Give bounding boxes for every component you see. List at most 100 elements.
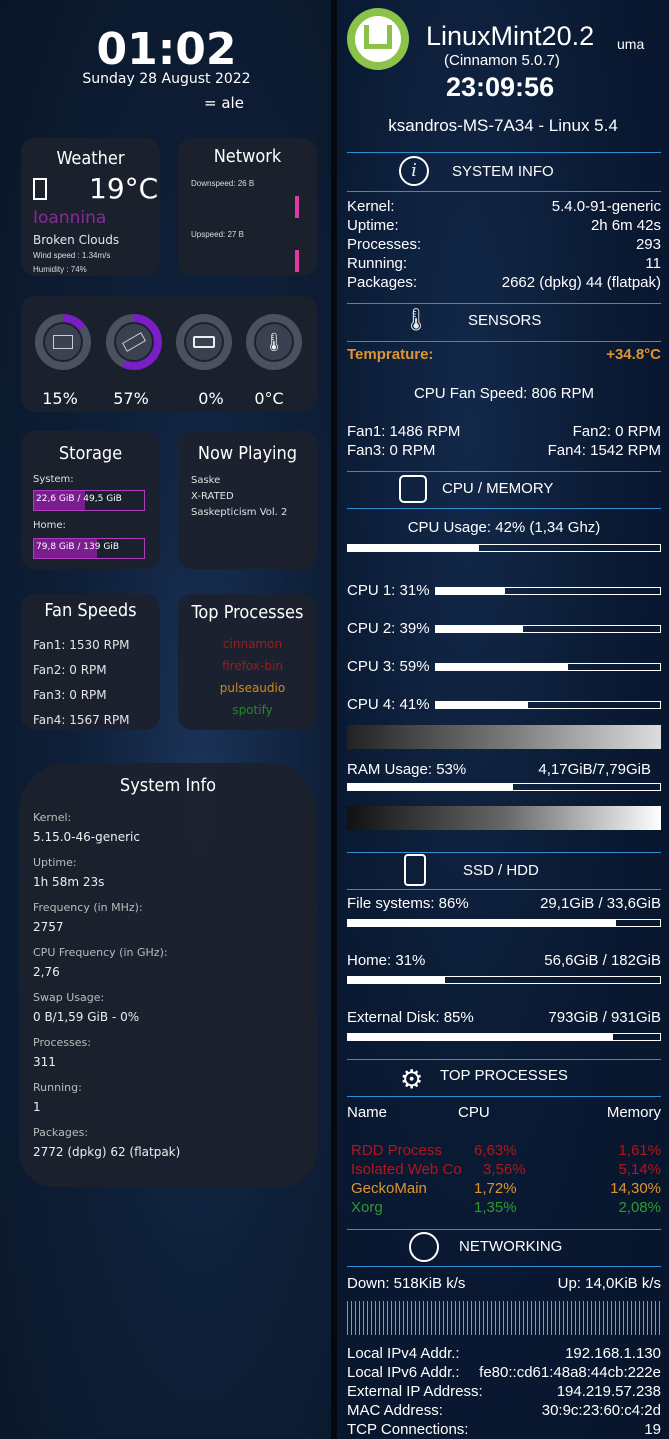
process-name: Xorg bbox=[351, 1199, 383, 1216]
network-title: Network bbox=[213, 146, 282, 167]
weather-desc: Broken Clouds bbox=[33, 233, 120, 247]
process-cpu: 6,63% bbox=[474, 1142, 517, 1159]
sysinfo-row-value: 2h 6m 42s bbox=[590, 217, 661, 234]
disk-label: File systems: 86% bbox=[347, 895, 469, 912]
net-row-label: External IP Address: bbox=[347, 1383, 483, 1400]
clock-date: Sunday 28 August 2022 bbox=[82, 71, 251, 87]
net-row-label: Local IPv6 Addr.: bbox=[347, 1364, 460, 1381]
cpu-fan-speed: CPU Fan Speed: 806 RPM bbox=[413, 385, 595, 402]
weather-wind: Wind speed : 1.34m/s bbox=[33, 251, 111, 260]
network-card[interactable]: Network Downspeed: 26 B Upspeed: 27 B bbox=[178, 138, 317, 276]
weather-city: Ioannina bbox=[33, 208, 107, 228]
networking-title: NETWORKING bbox=[459, 1238, 563, 1255]
col-name: Name bbox=[347, 1104, 388, 1121]
sysinfo-row-value: 11 bbox=[645, 255, 661, 272]
weather-title: Weather bbox=[56, 148, 125, 169]
fan1-label: Fan1: 1486 RPM bbox=[347, 423, 461, 440]
cpu-memory-title: CPU / MEMORY bbox=[442, 480, 554, 497]
disk-value: 793GiB / 931GiB bbox=[548, 1009, 661, 1026]
process-cpu: 1,35% bbox=[474, 1199, 517, 1216]
sysinfo-label-6: Running: bbox=[33, 1081, 82, 1094]
weather-card[interactable]: Weather 19°C Ioannina Broken Clouds Wind… bbox=[21, 138, 160, 276]
networking-header: NETWORKING bbox=[347, 1230, 661, 1266]
right-conky-panel: LinuxMint20.2 uma (Cinnamon 5.0.7) 23:09… bbox=[337, 0, 669, 1439]
separator-5 bbox=[347, 471, 661, 472]
clock-time: 01:02 bbox=[96, 24, 237, 75]
sysinfo-row-label: Packages: bbox=[347, 274, 418, 291]
cpu-icon bbox=[53, 335, 73, 349]
fan2-label: Fan2: 0 RPM bbox=[572, 423, 661, 440]
cpu-history-graph bbox=[347, 725, 661, 749]
cpu-gauge bbox=[35, 314, 91, 370]
globe-icon bbox=[409, 1232, 439, 1262]
disk-value: 56,6GiB / 182GiB bbox=[544, 952, 661, 969]
now-playing-card[interactable]: Now Playing Saske X-RATED Saskepticism V… bbox=[178, 431, 317, 569]
downspeed-label: Downspeed: 26 B bbox=[191, 179, 255, 188]
temperature-gauge-value: 0°C bbox=[254, 389, 284, 408]
network-history-graph bbox=[347, 1301, 661, 1335]
disk-fill-1 bbox=[348, 977, 445, 983]
separator-8 bbox=[347, 889, 661, 890]
sysinfo-label-3: CPU Frequency (in GHz): bbox=[33, 946, 168, 959]
storage-card: Storage System: 22,6 GiB / 49,5 GiB Home… bbox=[21, 431, 160, 569]
sensors-title: SENSORS bbox=[468, 312, 542, 329]
net-row-value: 19 bbox=[644, 1421, 661, 1438]
disk-fill-2 bbox=[348, 1034, 614, 1040]
core-fill-1 bbox=[436, 588, 506, 594]
weather-icon bbox=[33, 178, 47, 200]
top-processes-card: Top Processes cinnamon firefox-bin pulse… bbox=[178, 594, 317, 730]
ram-fill bbox=[348, 784, 514, 790]
info-icon: i bbox=[399, 156, 429, 186]
ram-label: RAM Usage: 53% bbox=[347, 761, 467, 778]
sysinfo-value-4: 0 B/1,59 GiB - 0% bbox=[33, 1010, 140, 1024]
thermometer-icon: 🌡 bbox=[402, 307, 430, 332]
system-info-card-title: System Info bbox=[119, 775, 217, 796]
distro-name: LinuxMint20.2 bbox=[426, 21, 595, 51]
separator-1 bbox=[347, 152, 661, 153]
ram-bar bbox=[347, 783, 661, 791]
temperature-value: +34.8°C bbox=[606, 346, 661, 363]
weather-temp: 19°C bbox=[89, 172, 159, 205]
sysinfo-label-5: Processes: bbox=[33, 1036, 91, 1049]
storage-home-label: Home: bbox=[33, 520, 66, 531]
storage-title: Storage bbox=[58, 443, 123, 464]
disk-title: SSD / HDD bbox=[463, 862, 539, 879]
storage-home-bar: 79,8 GiB / 139 GiB bbox=[33, 538, 145, 559]
now-playing-track: X-RATED bbox=[191, 491, 234, 502]
sysinfo-row-label: Running: bbox=[347, 255, 408, 272]
process-name: Isolated Web Co bbox=[351, 1161, 462, 1178]
core-bar-3 bbox=[435, 663, 661, 671]
cpu-gauge-value: 15% bbox=[42, 389, 78, 408]
linux-mint-logo bbox=[347, 8, 409, 70]
disk-fill-0 bbox=[348, 920, 617, 926]
net-row-value: fe80::cd61:48a8:44cb:222e bbox=[479, 1364, 661, 1381]
process-memory: 1,61% bbox=[618, 1142, 661, 1159]
net-row-label: Local IPv4 Addr.: bbox=[347, 1345, 460, 1362]
user-label: = ale bbox=[204, 94, 244, 112]
col-memory: Memory bbox=[606, 1104, 661, 1121]
process-name: GeckoMain bbox=[351, 1180, 427, 1197]
fan2-speed: Fan2: 0 RPM bbox=[33, 663, 107, 677]
ram-value: 4,17GiB/7,79GiB bbox=[538, 761, 651, 778]
upspeed-label: Upspeed: 27 B bbox=[191, 230, 244, 239]
fan3-label: Fan3: 0 RPM bbox=[347, 442, 436, 459]
sysinfo-label-4: Swap Usage: bbox=[33, 991, 105, 1004]
sysinfo-label-2: Frequency (in MHz): bbox=[33, 901, 143, 914]
downspeed-graph bbox=[295, 196, 299, 218]
fan3-speed: Fan3: 0 RPM bbox=[33, 688, 107, 702]
process-name: RDD Process bbox=[351, 1142, 442, 1159]
sysinfo-value-5: 311 bbox=[33, 1055, 56, 1069]
top-process-1: cinnamon bbox=[222, 637, 283, 651]
storage-system-label: System: bbox=[33, 474, 74, 485]
memory-icon bbox=[121, 332, 147, 352]
temperature-label: Temprature: bbox=[347, 346, 434, 363]
process-cpu: 1,72% bbox=[474, 1180, 517, 1197]
top-processes-card-title: Top Processes bbox=[191, 602, 304, 623]
sysinfo-row-label: Uptime: bbox=[347, 217, 399, 234]
down-speed: Down: 518KiB k/s bbox=[347, 1275, 466, 1292]
sensors-header: 🌡 SENSORS bbox=[347, 305, 661, 341]
disk-label: Home: 31% bbox=[347, 952, 426, 969]
desktop-environment: (Cinnamon 5.0.7) bbox=[444, 52, 560, 69]
net-row-value: 192.168.1.130 bbox=[565, 1345, 661, 1362]
top-process-3: pulseaudio bbox=[219, 681, 286, 695]
